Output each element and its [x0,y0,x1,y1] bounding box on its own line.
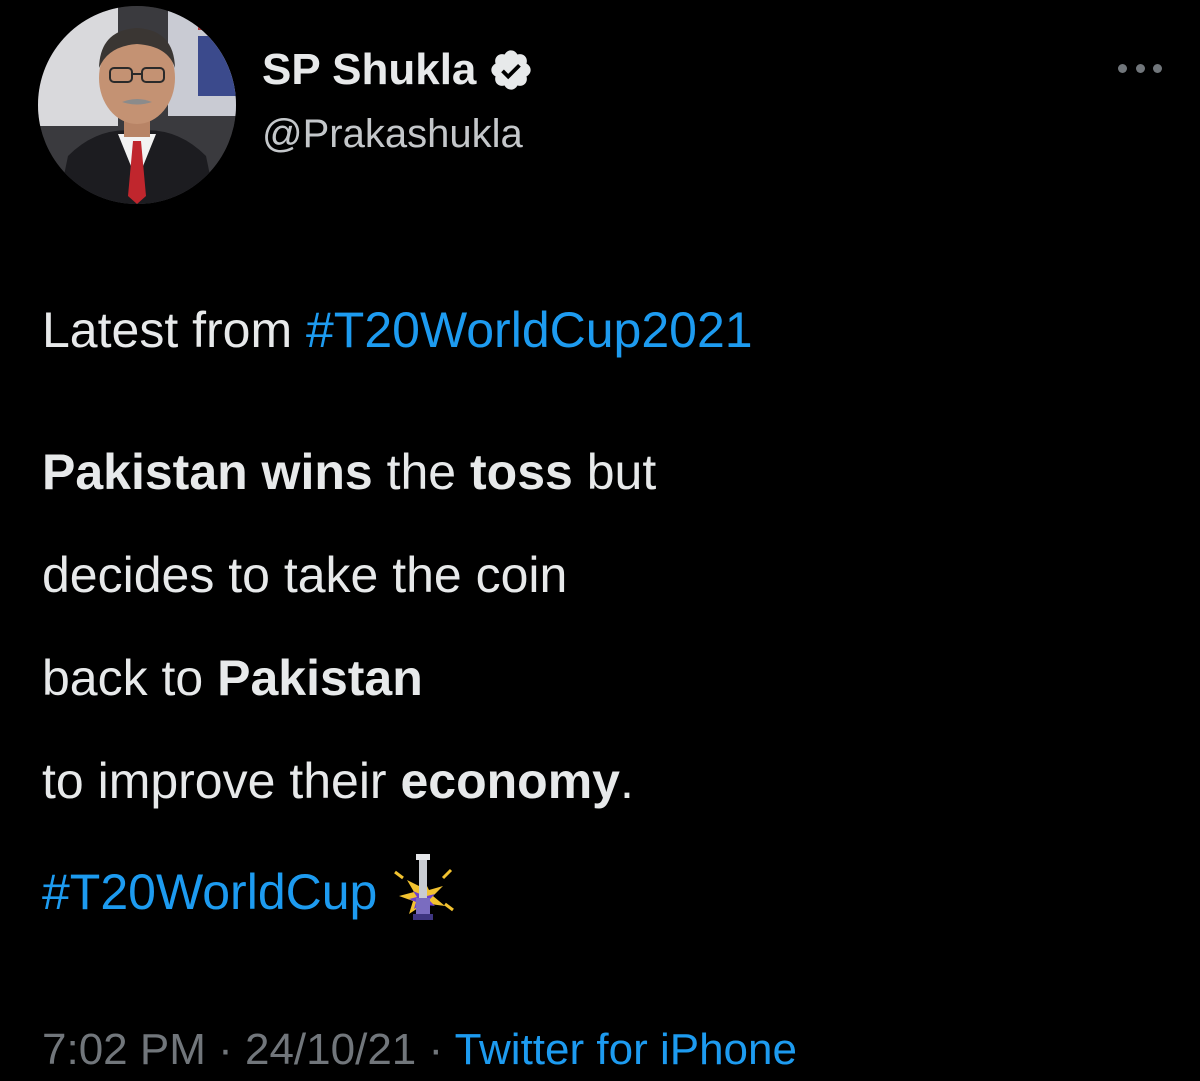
verified-badge-icon [488,47,534,93]
tweet-source-link[interactable]: Twitter for iPhone [455,1025,797,1074]
t20-trophy-emoji-icon [383,850,463,930]
more-options-button[interactable] [1118,56,1162,80]
tweet-body-row: back to Pakistan [42,627,656,730]
tweet-meta: 7:02 PM · 24/10/21 · Twitter for iPhone [42,1020,797,1080]
tweet-body-row: decides to take the coin [42,524,656,627]
tweet-hashtag-line: #T20WorldCup [42,854,463,936]
tweet-body-row: Pakistan wins the toss but [42,421,656,524]
author-display-name[interactable]: SP Shukla [262,45,476,95]
more-dots-icon [1153,63,1162,73]
more-dots-icon [1135,63,1145,73]
tweet-text-segment: to improve their [42,753,401,809]
tweet-text-segment: toss [470,444,573,500]
tweet-text-segment: decides to take the coin [42,547,568,603]
author-name-row[interactable]: SP Shukla [262,40,534,100]
tweet-body: Pakistan wins the toss but decides to ta… [42,421,656,833]
tweet-text-prefix: Latest from [42,302,306,358]
avatar-image [38,6,236,204]
tweet-text-segment: Pakistan [217,650,423,706]
more-dots-icon [1118,63,1127,73]
meta-separator: · [205,1025,245,1074]
tweet-text-line-1: Latest from #T20WorldCup2021 [42,300,753,360]
tweet-text-segment: back to [42,650,218,706]
tweet-text-segment: . [620,753,634,809]
tweet-text-segment: the [372,444,470,500]
tweet-card: SP Shukla @Prakashukla Latest from #T20W… [0,0,1200,1081]
tweet-text-segment: Pakistan wins [42,444,373,500]
hashtag-link[interactable]: #T20WorldCup [42,864,377,920]
tweet-body-row: to improve their economy. [42,730,656,833]
tweet-date[interactable]: 24/10/21 [245,1025,416,1074]
meta-separator: · [416,1025,455,1074]
hashtag-link[interactable]: #T20WorldCup2021 [306,302,753,358]
tweet-text-segment: economy [400,753,620,809]
author-handle[interactable]: @Prakashukla [262,112,523,157]
avatar[interactable] [38,6,236,204]
tweet-text-segment: but [572,444,657,500]
tweet-time[interactable]: 7:02 PM [42,1025,206,1074]
